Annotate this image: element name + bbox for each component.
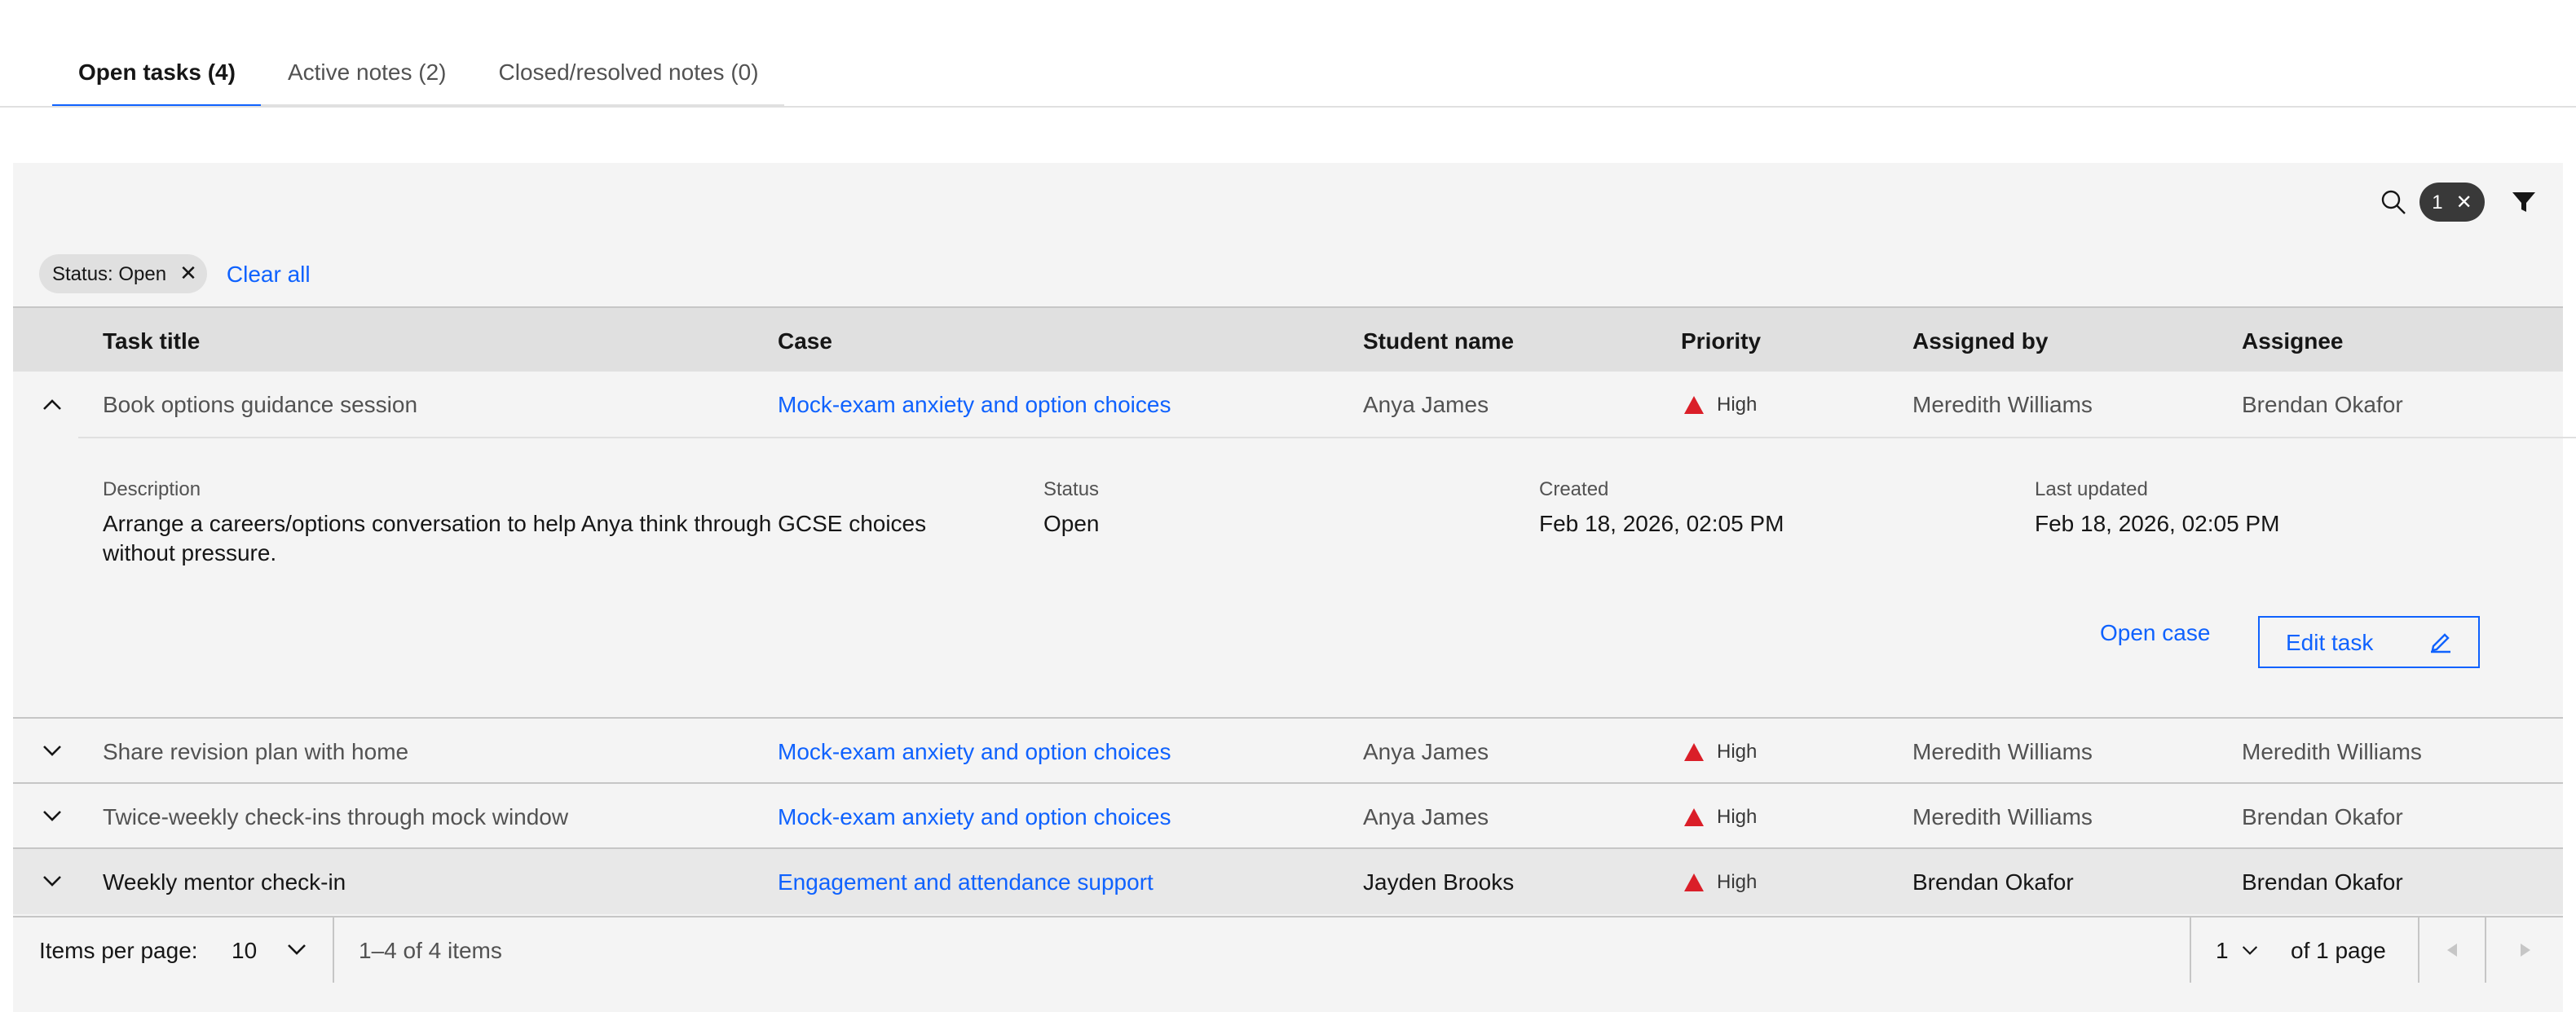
table-toolbar: 1 ✕	[2380, 163, 2563, 241]
filter-count-tag[interactable]: 1 ✕	[2419, 183, 2485, 222]
column-header-assigned-by[interactable]: Assigned by	[1912, 308, 2049, 373]
chevron-down-icon	[2242, 945, 2257, 954]
tab-list: Open tasks (4) Active notes (2) Closed/r…	[52, 39, 785, 108]
item-range: 1–4 of 4 items	[359, 937, 502, 963]
pagination-divider	[333, 917, 334, 983]
edit-task-label: Edit task	[2286, 629, 2374, 655]
page-value: 1	[2216, 937, 2229, 963]
edit-task-button[interactable]: Edit task	[2258, 616, 2480, 668]
column-header-assignee[interactable]: Assignee	[2242, 308, 2344, 373]
page-total: of 1 page	[2291, 937, 2386, 963]
description-value: Arrange a careers/options conversation t…	[103, 510, 927, 565]
tab-open-tasks[interactable]: Open tasks (4)	[52, 39, 262, 108]
pagination-bar: Items per page: 10 1–4 of 4 items 1 of 1…	[13, 916, 2563, 983]
student-name: Anya James	[1363, 803, 1489, 829]
tasks-panel: 1 ✕ Status: Open ✕ Clear all Task title …	[13, 163, 2576, 1012]
open-case-button[interactable]: Open case	[2100, 619, 2210, 645]
task-title: Book options guidance session	[103, 391, 418, 417]
status-filter-label: Status: Open	[52, 262, 167, 285]
description-label: Description	[103, 477, 201, 500]
tab-divider	[0, 106, 2576, 108]
items-per-page-select[interactable]: 10	[232, 917, 306, 983]
assigned-by: Brendan Okafor	[1912, 869, 2074, 895]
caret-left-icon	[2447, 944, 2457, 957]
priority-cell: High	[1684, 372, 1757, 437]
assigned-by: Meredith Williams	[1912, 738, 2093, 764]
column-header-task-title[interactable]: Task title	[103, 308, 200, 373]
column-header-student-name[interactable]: Student name	[1363, 308, 1514, 373]
case-link[interactable]: Engagement and attendance support	[778, 849, 1153, 914]
task-detail-panel: Description Arrange a careers/options co…	[78, 437, 2576, 717]
next-page-button[interactable]	[2486, 917, 2563, 983]
tab-closed-notes[interactable]: Closed/resolved notes (0)	[472, 39, 785, 108]
expand-row-icon[interactable]	[39, 784, 65, 849]
priority-label: High	[1717, 393, 1758, 416]
task-title: Weekly mentor check-in	[103, 869, 346, 895]
status-filter-chip: Status: Open ✕	[39, 254, 207, 293]
last-updated-value: Feb 18, 2026, 02:05 PM	[2035, 510, 2280, 536]
assignee: Meredith Williams	[2242, 738, 2422, 764]
table-row[interactable]: Share revision plan with home Mock-exam …	[13, 719, 2563, 784]
task-title: Twice-weekly check-ins through mock wind…	[103, 803, 569, 829]
items-per-page-label: Items per page:	[39, 937, 198, 963]
filter-button[interactable]	[2485, 163, 2563, 241]
status-label: Status	[1043, 477, 1100, 500]
chevron-down-icon	[287, 944, 306, 955]
priority-high-icon	[1684, 395, 1704, 413]
table-row[interactable]: Twice-weekly check-ins through mock wind…	[13, 784, 2563, 849]
case-link[interactable]: Mock-exam anxiety and option choices	[778, 784, 1171, 849]
expand-row-icon[interactable]	[39, 849, 65, 914]
table-row[interactable]: Weekly mentor check-in Engagement and at…	[13, 849, 2563, 914]
filter-count: 1	[2432, 191, 2443, 213]
expand-row-icon[interactable]	[39, 719, 65, 784]
assignee: Brendan Okafor	[2242, 803, 2403, 829]
page-select[interactable]: 1	[2216, 917, 2258, 983]
column-header-priority[interactable]: Priority	[1681, 308, 1761, 373]
last-updated-label: Last updated	[2035, 477, 2148, 500]
pagination-divider	[2190, 917, 2191, 983]
table-header: Task title Case Student name Priority As…	[13, 306, 2563, 372]
case-link[interactable]: Mock-exam anxiety and option choices	[778, 719, 1171, 784]
filter-icon	[2512, 192, 2535, 212]
clear-all-link[interactable]: Clear all	[227, 261, 311, 287]
priority-high-icon	[1684, 873, 1704, 891]
active-filters: Status: Open ✕ Clear all	[39, 254, 311, 293]
assignee: Brendan Okafor	[2242, 869, 2403, 895]
status-value: Open	[1043, 510, 1100, 536]
priority-cell: High	[1684, 849, 1757, 914]
column-header-case[interactable]: Case	[778, 308, 832, 373]
assigned-by: Meredith Williams	[1912, 391, 2093, 417]
priority-label: High	[1717, 805, 1758, 828]
caret-right-icon	[2520, 944, 2530, 957]
student-name: Anya James	[1363, 738, 1489, 764]
search-icon[interactable]	[2380, 189, 2413, 215]
priority-cell: High	[1684, 784, 1757, 849]
table-row[interactable]: Book options guidance session Mock-exam …	[13, 372, 2563, 437]
assignee: Brendan Okafor	[2242, 391, 2403, 417]
created-label: Created	[1539, 477, 1609, 500]
student-name: Jayden Brooks	[1363, 869, 1515, 895]
previous-page-button[interactable]	[2419, 917, 2485, 983]
clear-filter-count-icon[interactable]: ✕	[2456, 191, 2472, 213]
remove-filter-icon[interactable]: ✕	[179, 261, 197, 287]
priority-label: High	[1717, 870, 1758, 893]
priority-cell: High	[1684, 719, 1757, 784]
priority-high-icon	[1684, 742, 1704, 760]
task-title: Share revision plan with home	[103, 738, 409, 764]
priority-high-icon	[1684, 807, 1704, 825]
edit-icon	[2431, 633, 2450, 653]
tab-active-notes[interactable]: Active notes (2)	[261, 39, 473, 108]
items-per-page-value: 10	[232, 937, 258, 963]
assigned-by: Meredith Williams	[1912, 803, 2093, 829]
case-link[interactable]: Mock-exam anxiety and option choices	[778, 372, 1171, 437]
student-name: Anya James	[1363, 391, 1489, 417]
created-value: Feb 18, 2026, 02:05 PM	[1539, 510, 1784, 536]
priority-label: High	[1717, 740, 1758, 763]
collapse-row-icon[interactable]	[39, 372, 65, 437]
